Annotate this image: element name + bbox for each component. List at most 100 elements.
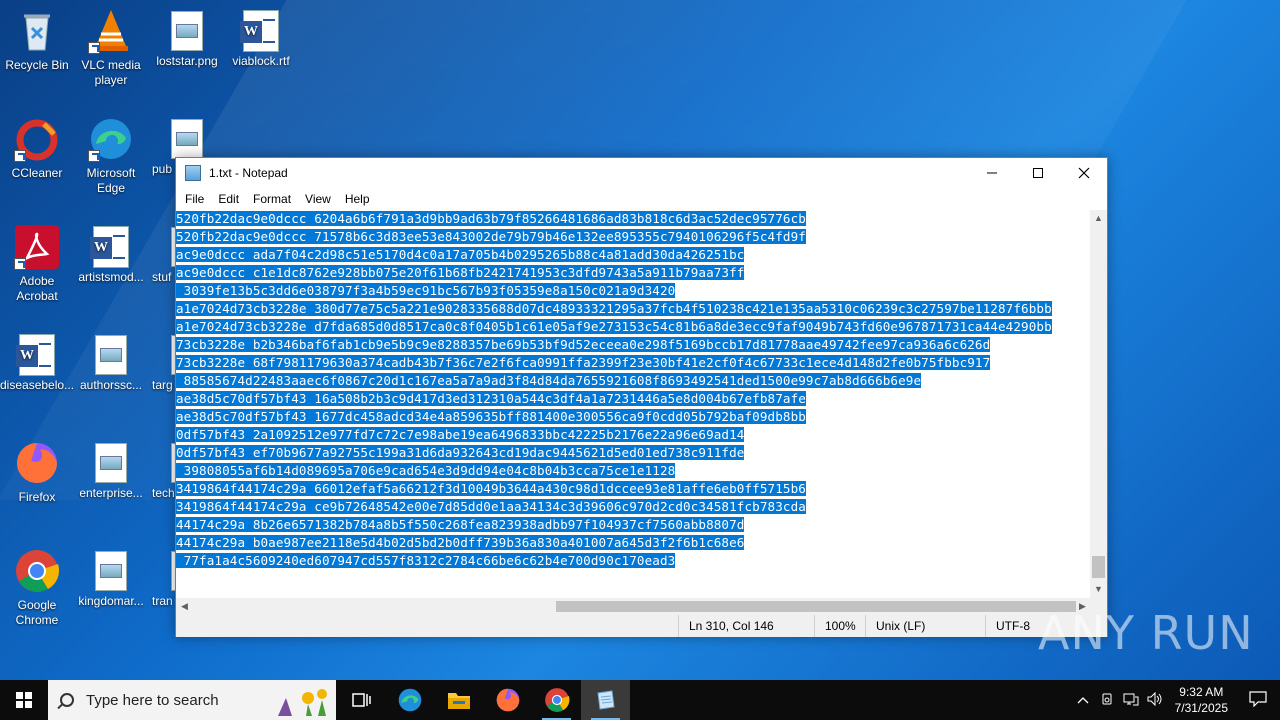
text-line: 39808055af6b14d089695a706e9cad654e3d9dd9…	[176, 463, 676, 478]
icon-label: Recycle Bin	[5, 58, 69, 72]
image-file-icon	[95, 443, 127, 483]
close-icon	[1078, 167, 1090, 179]
notepad-icon	[596, 690, 615, 710]
zoom-level: 100%	[814, 615, 856, 637]
menu-help[interactable]: Help	[338, 192, 377, 206]
taskbar-file-explorer[interactable]	[434, 680, 483, 720]
clock[interactable]: 9:32 AM 7/31/2025	[1167, 684, 1236, 716]
clock-time: 9:32 AM	[1179, 685, 1224, 699]
notification-center-button[interactable]	[1236, 690, 1280, 710]
search-highlight-icon	[278, 689, 327, 716]
notification-icon	[1249, 690, 1267, 707]
search-icon	[60, 693, 74, 707]
word-document-icon: W	[16, 334, 55, 376]
minimize-icon	[987, 172, 997, 174]
word-document-icon: W	[240, 10, 279, 52]
taskbar: Type here to search 9:32 AM 7/31/2025	[0, 680, 1280, 720]
vertical-scroll-thumb[interactable]	[1092, 556, 1105, 578]
ccleaner-icon	[14, 116, 60, 162]
folder-icon	[447, 693, 470, 709]
icon-label: kingdomar...	[78, 594, 144, 608]
icon-label: Firefox	[18, 490, 56, 504]
taskbar-firefox[interactable]	[483, 680, 532, 720]
text-line: 3039fe13b5c3dd6e038797f3a4b59ec91bc567b9…	[176, 283, 676, 298]
enterprise-file[interactable]: enterprise...	[74, 440, 148, 501]
vertical-scrollbar[interactable]: ▲ ▼	[1090, 210, 1107, 598]
image-file-icon	[95, 551, 127, 591]
kingdomar-file[interactable]: kingdomar...	[74, 548, 148, 609]
windows-logo-icon	[16, 692, 32, 708]
icon-label: diseasebelo...	[0, 378, 75, 392]
notepad-window[interactable]: 1.txt - Notepad File Edit Format View He…	[175, 157, 1108, 637]
image-file-icon	[95, 335, 127, 375]
menu-file[interactable]: File	[178, 192, 211, 206]
firefox-icon	[14, 440, 60, 486]
start-button[interactable]	[0, 680, 48, 720]
task-view-button[interactable]	[336, 680, 385, 720]
text-line: ae38d5c70df57bf43 16a508b2b3c9d417d3ed31…	[176, 391, 806, 406]
text-line: 88585674d22483aaec6f0867c20d1c167ea5a7a9…	[176, 373, 922, 388]
line-ending: Unix (LF)	[865, 615, 925, 637]
scroll-up-arrow-icon[interactable]: ▲	[1090, 210, 1107, 227]
desktop: Recycle Bin CCleaner Adobe Acrobat W dis…	[0, 0, 1280, 680]
search-box[interactable]: Type here to search	[48, 680, 336, 720]
icon-label: CCleaner	[11, 166, 63, 180]
adobe-acrobat-shortcut[interactable]: Adobe Acrobat	[0, 224, 74, 304]
text-line: 0df57bf43 ef70b9677a92755c199a31d6da9326…	[176, 445, 745, 460]
taskbar-notepad[interactable]	[581, 680, 630, 720]
viablock-document[interactable]: W viablock.rtf	[224, 8, 298, 69]
text-line: ae38d5c70df57bf43 1677dc458adcd34e4a8596…	[176, 409, 806, 424]
window-title: 1.txt - Notepad	[209, 166, 288, 180]
taskbar-edge[interactable]	[385, 680, 434, 720]
loststar-file[interactable]: loststar.png	[150, 8, 224, 69]
text-line: a1e7024d73cb3228e 380d77e75c5a221e902833…	[176, 301, 1052, 316]
icon-label: artistsmod...	[78, 270, 144, 284]
acrobat-icon	[14, 224, 60, 270]
vlc-shortcut[interactable]: VLC media player	[74, 8, 148, 88]
text-line: 77fa1a4c5609240ed607947cd557f8312c2784c6…	[176, 553, 676, 568]
anyrun-watermark: ANY RUN	[1038, 606, 1254, 660]
text-line: 520fb22dac9e0dccc 71578b6c3d83ee53e84300…	[176, 229, 806, 244]
cursor-position: Ln 310, Col 146	[678, 615, 774, 637]
device-icon[interactable]	[1095, 692, 1119, 709]
edge-icon	[88, 116, 134, 162]
menu-view[interactable]: View	[298, 192, 338, 206]
firefox-icon	[496, 688, 519, 712]
scroll-left-arrow-icon[interactable]: ◀	[176, 598, 193, 615]
title-bar[interactable]: 1.txt - Notepad	[176, 158, 1107, 188]
network-icon[interactable]	[1119, 692, 1143, 709]
text-line: ac9e0dccc ada7f04c2d98c51e5170d4c0a17a70…	[176, 247, 745, 262]
artistsmod-document[interactable]: W artistsmod...	[74, 224, 148, 285]
menu-format[interactable]: Format	[246, 192, 298, 206]
maximize-button[interactable]	[1015, 158, 1061, 188]
firefox-shortcut[interactable]: Firefox	[0, 440, 74, 505]
menu-bar: File Edit Format View Help	[176, 188, 1107, 210]
text-editor[interactable]: 520fb22dac9e0dccc 6204a6b6f791a3d9bb9ad6…	[176, 210, 1091, 598]
horizontal-scroll-thumb[interactable]	[556, 601, 1076, 612]
volume-icon[interactable]	[1143, 691, 1167, 709]
icon-label: viablock.rtf	[232, 54, 290, 68]
image-file-icon	[171, 119, 203, 159]
google-chrome-shortcut[interactable]: Google Chrome	[0, 548, 74, 628]
text-line: 44174c29a 8b26e6571382b784a8b5f550c268fe…	[176, 517, 745, 532]
text-line: 3419864f44174c29a ce9b72648542e00e7d85dd…	[176, 499, 806, 514]
text-line: 3419864f44174c29a 66012efaf5a66212f3d100…	[176, 481, 806, 496]
menu-edit[interactable]: Edit	[211, 192, 246, 206]
search-placeholder: Type here to search	[86, 691, 219, 709]
authorssc-file[interactable]: authorssc...	[74, 332, 148, 393]
minimize-button[interactable]	[969, 158, 1015, 188]
close-button[interactable]	[1061, 158, 1107, 188]
icon-label: authorssc...	[79, 378, 143, 392]
diseasebelo-document[interactable]: W diseasebelo...	[0, 332, 74, 393]
recycle-bin-shortcut[interactable]: Recycle Bin	[0, 8, 74, 73]
word-document-icon: W	[90, 226, 129, 268]
ccleaner-shortcut[interactable]: CCleaner	[0, 116, 74, 181]
icon-label: Google Chrome	[15, 598, 59, 627]
text-line: a1e7024d73cb3228e d7fda685d0d8517ca0c8f0…	[176, 319, 1052, 334]
taskbar-chrome[interactable]	[532, 680, 581, 720]
chevron-up-icon[interactable]	[1071, 693, 1095, 707]
scroll-down-arrow-icon[interactable]: ▼	[1090, 581, 1107, 598]
microsoft-edge-shortcut[interactable]: Microsoft Edge	[74, 116, 148, 196]
text-line: 0df57bf43 2a1092512e977fd7c72c7e98abe19e…	[176, 427, 745, 442]
horizontal-scrollbar[interactable]: ◀ ▶	[176, 598, 1091, 615]
